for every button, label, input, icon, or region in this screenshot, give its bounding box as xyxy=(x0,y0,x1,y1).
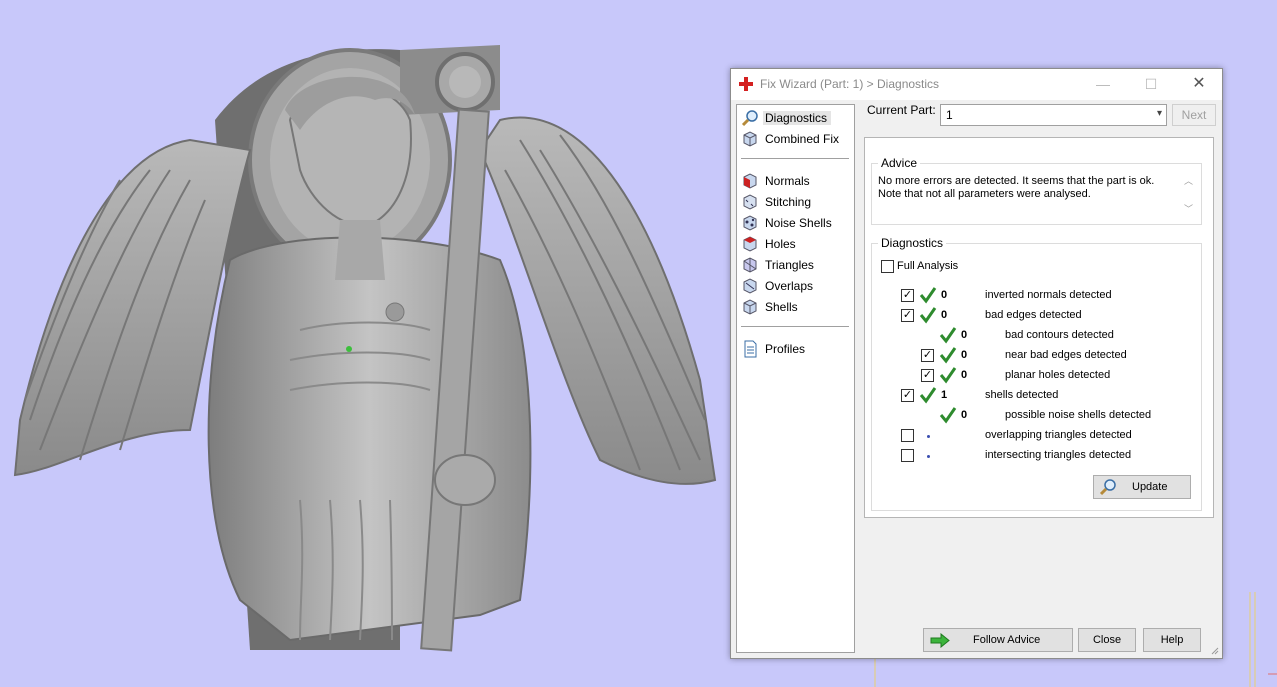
bad-edges-label: bad edges detected xyxy=(985,309,1082,321)
sidebar-item-label: Stitching xyxy=(765,195,812,209)
dialog-title: Fix Wizard (Part: 1) > Diagnostics xyxy=(760,77,940,91)
sidebar-divider xyxy=(741,158,849,159)
minimize-button[interactable]: — xyxy=(1089,73,1117,95)
current-part-label: Current Part: xyxy=(867,103,936,117)
bad-edges-count: 0 xyxy=(941,309,948,321)
pending-dot-icon xyxy=(927,435,930,438)
shells-cube-icon xyxy=(743,299,757,315)
bad-edges-checkbox[interactable]: ✓ xyxy=(901,309,914,322)
shells-label: shells detected xyxy=(985,389,1059,401)
sidebar-item-label: Triangles xyxy=(765,258,814,272)
help-button[interactable]: Help xyxy=(1143,628,1201,652)
near-bad-edges-checkbox[interactable]: ✓ xyxy=(921,349,934,362)
planar-holes-count: 0 xyxy=(961,369,968,381)
sidebar-item-diagnostics[interactable]: Diagnostics xyxy=(741,109,851,127)
sidebar-item-label: Shells xyxy=(765,300,798,314)
sidebar-item-overlaps[interactable]: Overlaps xyxy=(741,277,851,295)
sidebar-item-shells[interactable]: Shells xyxy=(741,298,851,316)
chevron-down-icon: ▾ xyxy=(1156,108,1162,119)
planar-holes-label: planar holes detected xyxy=(1005,369,1111,381)
sidebar-item-combined-fix[interactable]: Combined Fix xyxy=(741,130,851,148)
overlaps-cube-icon xyxy=(743,278,757,294)
arrow-right-icon xyxy=(930,633,950,648)
sidebar-item-label: Profiles xyxy=(765,342,806,356)
noise-shells-icon xyxy=(743,215,757,231)
advice-title: Advice xyxy=(878,156,921,170)
diagnostics-panel: Advice No more errors are detected. It s… xyxy=(864,137,1214,518)
inverted-normals-count: 0 xyxy=(941,289,948,301)
inverted-normals-checkbox[interactable]: ✓ xyxy=(901,289,914,302)
magnifier-icon xyxy=(741,110,758,127)
current-part-select[interactable]: 1 ▾ xyxy=(940,104,1167,126)
intersecting-triangles-checkbox[interactable] xyxy=(901,449,914,462)
fix-wizard-dialog: Fix Wizard (Part: 1) > Diagnostics — ☐ ✕… xyxy=(730,68,1223,659)
bad-contours-count: 0 xyxy=(961,329,968,341)
green-check-icon xyxy=(939,407,957,424)
maximize-button[interactable]: ☐ xyxy=(1137,73,1165,95)
follow-advice-button[interactable]: Follow Advice xyxy=(923,628,1073,652)
green-check-icon xyxy=(939,327,957,344)
advice-group: Advice No more errors are detected. It s… xyxy=(871,156,1202,225)
update-button[interactable]: Update xyxy=(1093,475,1191,499)
current-part-value: 1 xyxy=(946,108,953,122)
close-window-button[interactable]: ✕ xyxy=(1185,73,1213,95)
sidebar-item-label: Normals xyxy=(765,174,810,188)
sidebar-item-label: Noise Shells xyxy=(765,216,832,230)
green-check-icon xyxy=(919,307,937,324)
near-bad-edges-count: 0 xyxy=(961,349,968,361)
sidebar-item-holes[interactable]: Holes xyxy=(741,235,851,253)
follow-advice-label: Follow Advice xyxy=(973,634,1041,646)
advice-line-2: Note that not all parameters were analys… xyxy=(878,188,1091,200)
magnifier-icon xyxy=(1099,479,1116,496)
full-analysis-checkbox[interactable] xyxy=(881,260,894,273)
shells-count: 1 xyxy=(941,389,948,401)
sidebar-divider xyxy=(741,326,849,327)
green-check-icon xyxy=(939,347,957,364)
green-check-icon xyxy=(919,387,937,404)
sidebar-item-label: Holes xyxy=(765,237,796,251)
overlapping-triangles-checkbox[interactable] xyxy=(901,429,914,442)
diagnostics-group: Diagnostics Full Analysis ✓ 0 inverted n… xyxy=(871,236,1202,511)
advice-line-1: No more errors are detected. It seems th… xyxy=(878,175,1155,187)
close-button[interactable]: Close xyxy=(1078,628,1136,652)
green-check-icon xyxy=(919,287,937,304)
noise-shells-count: 0 xyxy=(961,409,968,421)
advice-text-box: No more errors are detected. It seems th… xyxy=(874,172,1195,216)
pending-dot-icon xyxy=(927,455,930,458)
full-analysis-label: Full Analysis xyxy=(897,260,959,272)
green-check-icon xyxy=(939,367,957,384)
next-button[interactable]: Next xyxy=(1172,104,1216,126)
red-cross-icon xyxy=(739,77,753,91)
fix-wizard-sidebar: Diagnostics Combined Fix Normals Stitchi… xyxy=(736,104,855,653)
sidebar-item-label: Combined Fix xyxy=(765,132,840,146)
dialog-titlebar[interactable]: Fix Wizard (Part: 1) > Diagnostics — ☐ ✕ xyxy=(731,69,1222,100)
planar-holes-checkbox[interactable]: ✓ xyxy=(921,369,934,382)
sidebar-item-label: Overlaps xyxy=(765,279,814,293)
noise-shells-label: possible noise shells detected xyxy=(1005,409,1152,421)
inverted-normals-label: inverted normals detected xyxy=(985,289,1112,301)
sidebar-item-profiles[interactable]: Profiles xyxy=(741,340,851,358)
overlapping-triangles-label: overlapping triangles detected xyxy=(985,429,1132,441)
normals-cube-icon xyxy=(743,173,757,189)
advice-scrollbar[interactable]: ︿ ﹀ xyxy=(1181,172,1195,216)
shells-checkbox[interactable]: ✓ xyxy=(901,389,914,402)
resize-grip-icon[interactable] xyxy=(1209,645,1219,655)
sidebar-item-stitching[interactable]: Stitching xyxy=(741,193,851,211)
triangles-cube-icon xyxy=(743,257,757,273)
update-label: Update xyxy=(1132,481,1168,493)
sidebar-item-label: Diagnostics xyxy=(763,111,832,125)
document-icon xyxy=(744,340,757,358)
bad-contours-label: bad contours detected xyxy=(1005,329,1114,341)
stitching-cube-icon xyxy=(743,194,757,210)
cube-icon xyxy=(743,131,757,147)
diagnostics-title: Diagnostics xyxy=(878,236,947,250)
holes-cube-icon xyxy=(743,236,757,252)
intersecting-triangles-label: intersecting triangles detected xyxy=(985,449,1132,461)
scroll-down-icon[interactable]: ﹀ xyxy=(1184,202,1193,215)
sidebar-item-noise-shells[interactable]: Noise Shells xyxy=(741,214,851,232)
sidebar-item-triangles[interactable]: Triangles xyxy=(741,256,851,274)
scroll-up-icon[interactable]: ︿ xyxy=(1184,174,1193,187)
sidebar-item-normals[interactable]: Normals xyxy=(741,172,851,190)
near-bad-edges-label: near bad edges detected xyxy=(1005,349,1127,361)
